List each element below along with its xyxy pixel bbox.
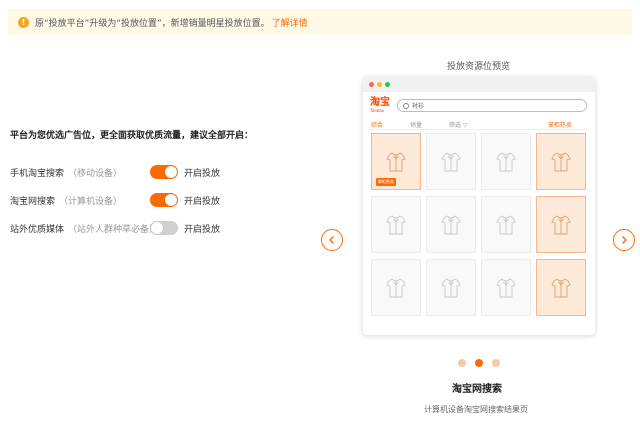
mock-search-text: 衬衫 (412, 103, 425, 110)
mock-ad-badge: 掌柜热卖 (376, 178, 396, 186)
external-media-toggle[interactable] (150, 221, 178, 235)
toggle-label: 开启投放 (184, 225, 221, 235)
pager-dot-3[interactable] (492, 359, 500, 367)
preview-title: 投放资源位预览 (447, 62, 511, 72)
shirt-icon (441, 214, 461, 234)
placement-title: 平台为您优选广告位，更全面获取优质流量，建议全部开启： (10, 131, 254, 141)
preview-browser-mock: 淘宝 Taobao 衬衫 综合 销量 筛选 ▽ 掌柜热卖 掌柜热卖 (363, 77, 595, 335)
mobile-search-toggle[interactable] (150, 165, 178, 179)
shirt-icon (496, 151, 516, 171)
shirt-icon (496, 277, 516, 297)
shirt-icon (441, 277, 461, 297)
option-row-mobile-search: 手机淘宝搜索 （移动设备） 开启投放 (10, 164, 250, 180)
learn-more-link[interactable]: 了解详情 (272, 16, 308, 29)
pager-dot-1[interactable] (458, 359, 466, 367)
option-name: 手机淘宝搜索 (10, 168, 65, 179)
toggle-label: 开启投放 (184, 197, 221, 207)
mock-tab-hot: 掌柜热卖 (548, 122, 573, 129)
shirt-icon (386, 277, 406, 297)
pc-search-toggle[interactable] (150, 193, 178, 207)
mock-product-card (536, 259, 586, 316)
mock-product-card (371, 259, 421, 316)
chevron-left-icon (329, 236, 334, 244)
mock-product-card (536, 196, 586, 253)
chevron-right-icon (622, 236, 627, 244)
pager-dot-2[interactable] (475, 359, 483, 367)
mock-tab-divider (369, 129, 589, 130)
mock-product-card (426, 196, 476, 253)
slide-description: 计算机设备淘宝网搜索结果页 (424, 405, 528, 414)
maximize-dot (385, 82, 390, 87)
mock-product-card (481, 133, 531, 190)
option-subtitle: （计算机设备） (59, 196, 123, 207)
search-icon (403, 102, 409, 109)
toggle-label: 开启投放 (184, 169, 221, 179)
mock-product-card (426, 259, 476, 316)
prev-slide-button[interactable] (321, 229, 343, 251)
mock-product-card (536, 133, 586, 190)
option-name: 站外优质媒体 (10, 224, 65, 235)
toggle-knob (151, 222, 163, 234)
shirt-icon (386, 151, 406, 171)
shirt-icon (551, 277, 571, 297)
next-slide-button[interactable] (613, 229, 635, 251)
mock-tab-sales: 销量 (410, 122, 423, 129)
mock-product-card: 掌柜热卖 (371, 133, 421, 190)
mock-product-card (426, 133, 476, 190)
option-row-pc-search: 淘宝网搜索 （计算机设备） 开启投放 (10, 192, 250, 208)
shirt-icon (386, 214, 406, 234)
slide-title: 淘宝网搜索 (452, 384, 502, 395)
mock-tab-filter: 筛选 ▽ (449, 122, 468, 129)
shirt-icon (441, 151, 461, 171)
notice-text: 原“投放平台”升级为“投放位置”，新增销量明星投放位置。 (35, 18, 270, 29)
option-subtitle: （移动设备） (68, 168, 123, 179)
shirt-icon (496, 214, 516, 234)
mock-product-card (371, 196, 421, 253)
mock-search-box: 衬衫 (397, 99, 587, 112)
toggle-knob (165, 194, 177, 206)
mock-tab-comprehensive: 综合 (371, 122, 384, 129)
option-name: 淘宝网搜索 (10, 196, 56, 207)
mock-product-card (481, 259, 531, 316)
taobao-logo-sub: Taobao (370, 108, 385, 113)
notice-banner: ! 原“投放平台”升级为“投放位置”，新增销量明星投放位置。 了解详情 (8, 9, 632, 35)
shirt-icon (551, 151, 571, 171)
option-row-external-media: 站外优质媒体 （站外人群种草必备） 开启投放 (10, 220, 250, 236)
browser-title-bar (363, 77, 595, 92)
taobao-logo: 淘宝 (370, 97, 390, 108)
minimize-dot (377, 82, 382, 87)
option-subtitle: （站外人群种草必备） (68, 224, 159, 235)
mock-product-card (481, 196, 531, 253)
close-dot (369, 82, 374, 87)
info-icon: ! (18, 16, 29, 28)
shirt-icon (551, 214, 571, 234)
toggle-knob (165, 166, 177, 178)
